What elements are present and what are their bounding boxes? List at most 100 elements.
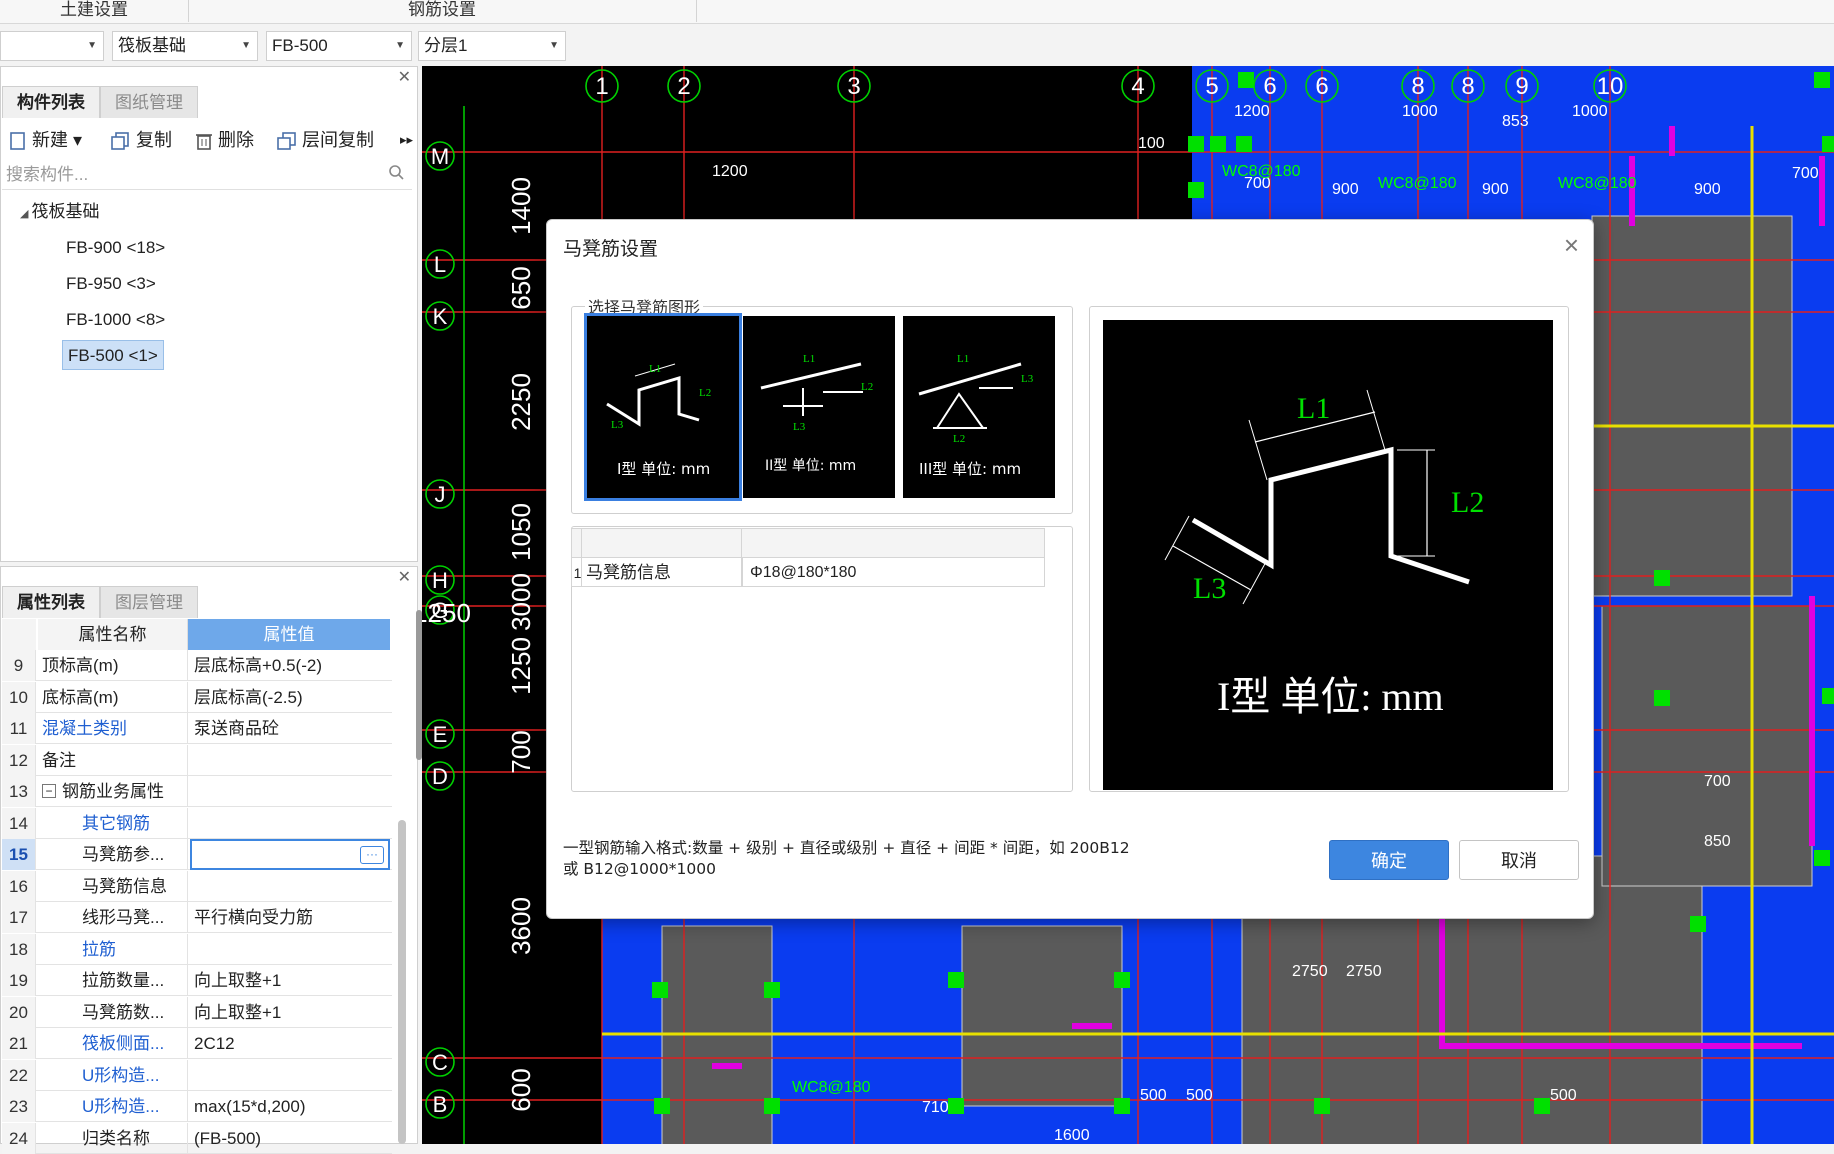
- cancel-button[interactable]: 取消: [1459, 840, 1579, 880]
- property-value[interactable]: max(15*d,200): [190, 1091, 390, 1122]
- property-name: 归类名称: [38, 1122, 188, 1154]
- property-row[interactable]: 14 其它钢筋: [2, 807, 392, 839]
- axis-label-top: 4: [1131, 73, 1144, 100]
- property-row[interactable]: 9 顶标高(m) 层底标高+0.5(-2): [2, 650, 392, 681]
- dialog-title: 马凳筋设置: [563, 239, 659, 260]
- property-row[interactable]: 12 备注: [2, 744, 392, 776]
- property-value[interactable]: 平行横向受力筋: [190, 902, 390, 933]
- dim-label: 600: [506, 1068, 536, 1111]
- civil-settings-group[interactable]: 土建设置: [60, 0, 128, 24]
- row-number: 18: [2, 933, 36, 965]
- property-value[interactable]: [190, 776, 390, 807]
- property-scrollbar[interactable]: [398, 820, 406, 1144]
- row-number: 24: [2, 1122, 36, 1154]
- property-name-text: 钢筋业务属性: [62, 782, 164, 801]
- property-row[interactable]: 23 U形构造... max(15*d,200): [2, 1091, 392, 1122]
- property-row[interactable]: 17 线形马凳... 平行横向受力筋: [2, 902, 392, 933]
- grip-node: [1188, 182, 1204, 198]
- property-row[interactable]: 20 马凳筋数... 向上取整+1: [2, 996, 392, 1028]
- search-icon[interactable]: [388, 160, 404, 190]
- dim-text: 900: [1482, 181, 1509, 198]
- property-value[interactable]: [190, 934, 390, 965]
- shape-type-1-option[interactable]: L1 L2 L3 I型 单位: mm: [584, 313, 742, 501]
- axis-label-left: J: [435, 482, 446, 507]
- property-value[interactable]: ···: [190, 839, 390, 870]
- grip-node: [1654, 570, 1670, 586]
- col-value-header[interactable]: 属性值: [188, 619, 390, 650]
- property-value[interactable]: 层底标高+0.5(-2): [190, 650, 390, 681]
- hatch-area: [961, 925, 1123, 1107]
- property-row[interactable]: 11 混凝土类别 泵送商品砼: [2, 713, 392, 744]
- type-select[interactable]: 筏板基础 ▼: [112, 31, 258, 61]
- layer-select[interactable]: 分层1 ▼: [418, 31, 566, 61]
- axis-label-left: M: [431, 144, 449, 169]
- property-row[interactable]: 16 马凳筋信息: [2, 870, 392, 902]
- collapse-arrow-icon[interactable]: ◢: [20, 208, 32, 220]
- property-value[interactable]: 向上取整+1: [190, 997, 390, 1028]
- property-value[interactable]: 泵送商品砼: [190, 713, 390, 744]
- tree-item-selected[interactable]: FB-500 <1>: [62, 340, 164, 370]
- ellipsis-button[interactable]: ···: [360, 846, 384, 864]
- property-value[interactable]: [190, 1060, 390, 1091]
- tree-item[interactable]: FB-900 <18>: [66, 233, 165, 263]
- property-value[interactable]: 向上取整+1: [190, 965, 390, 996]
- dim-label: 1250: [506, 637, 536, 695]
- copy-button[interactable]: 复制: [110, 124, 172, 156]
- property-value[interactable]: [190, 745, 390, 776]
- property-name: 混凝土类别: [38, 713, 188, 744]
- close-icon[interactable]: ×: [1564, 230, 1579, 261]
- col-name-header[interactable]: 属性名称: [38, 619, 188, 650]
- property-row[interactable]: 13− 钢筋业务属性: [2, 776, 392, 807]
- hint-line-1: 一型钢筋输入格式:数量 + 级别 + 直径或级别 + 直径 + 间距 * 间距，…: [563, 839, 1130, 857]
- tab-layer-management[interactable]: 图层管理: [100, 586, 198, 618]
- shape-caption: I型 单位: mm: [617, 460, 710, 478]
- property-name: 顶标高(m): [38, 650, 188, 681]
- row-number: 13: [2, 776, 36, 807]
- property-row[interactable]: 24 归类名称 (FB-500): [2, 1122, 392, 1154]
- axis-label-left: C: [432, 1050, 448, 1075]
- tab-drawing-management[interactable]: 图纸管理: [100, 86, 198, 118]
- property-value[interactable]: 2C12: [190, 1028, 390, 1059]
- rebar-info-input[interactable]: Φ18@180*180: [741, 557, 1045, 587]
- property-row[interactable]: 19 拉筋数量... 向上取整+1: [2, 965, 392, 996]
- property-value[interactable]: [190, 808, 390, 839]
- property-value[interactable]: 层底标高(-2.5): [190, 682, 390, 713]
- search-input[interactable]: 搜索构件...: [2, 160, 412, 190]
- close-icon[interactable]: ✕: [398, 567, 411, 587]
- property-value[interactable]: (FB-500): [190, 1123, 390, 1154]
- property-value[interactable]: [190, 871, 390, 902]
- shape-type-3-option[interactable]: L1 L3 L2 III型 单位: mm: [903, 316, 1055, 498]
- mat-rebar-settings-dialog: 马凳筋设置 × 选择马凳筋图形 L1 L2 L3 I型 单位: mm L1 L2…: [546, 219, 1594, 919]
- component-select[interactable]: FB-500 ▼: [266, 31, 412, 61]
- axis-label-left: L: [434, 252, 446, 277]
- property-row[interactable]: 18 拉筋: [2, 933, 392, 965]
- floor-copy-button[interactable]: 层间复制: [276, 124, 374, 156]
- axis-label-top: 8: [1461, 73, 1474, 100]
- rebar-settings-group[interactable]: 钢筋设置: [408, 0, 476, 24]
- property-row[interactable]: 10 底标高(m) 层底标高(-2.5): [2, 681, 392, 713]
- delete-button[interactable]: 删除: [194, 124, 254, 156]
- floor-select[interactable]: ▼: [0, 31, 104, 61]
- svg-text:L3: L3: [1021, 373, 1034, 385]
- trash-icon: [196, 134, 212, 151]
- more-icon[interactable]: ▸▸: [400, 124, 413, 156]
- property-name-text: 马凳筋信息: [82, 876, 167, 896]
- tree-root[interactable]: ◢ 筏板基础: [20, 197, 100, 227]
- tree-item[interactable]: FB-950 <3>: [66, 269, 156, 299]
- new-button[interactable]: 新建 ▾: [8, 124, 82, 156]
- grip-node: [1534, 1098, 1550, 1114]
- ok-button[interactable]: 确定: [1329, 840, 1449, 880]
- close-icon[interactable]: ✕: [398, 67, 411, 87]
- property-row[interactable]: 21 筏板侧面... 2C12: [2, 1028, 392, 1059]
- dim-label: 1400: [506, 177, 536, 235]
- tab-property-list[interactable]: 属性列表: [2, 586, 100, 618]
- shape-type-2-option[interactable]: L1 L2 L3 II型 单位: mm: [743, 316, 895, 498]
- property-row[interactable]: 22 U形构造...: [2, 1059, 392, 1091]
- collapse-icon[interactable]: −: [42, 784, 56, 798]
- tree-item[interactable]: FB-1000 <8>: [66, 305, 165, 335]
- tab-component-list[interactable]: 构件列表: [2, 86, 100, 118]
- axis-label-top: 6: [1315, 73, 1328, 100]
- axis-label-left: B: [433, 1092, 448, 1117]
- property-row[interactable]: 15 马凳筋参... ···: [2, 839, 392, 870]
- component-select-value: FB-500: [272, 36, 328, 55]
